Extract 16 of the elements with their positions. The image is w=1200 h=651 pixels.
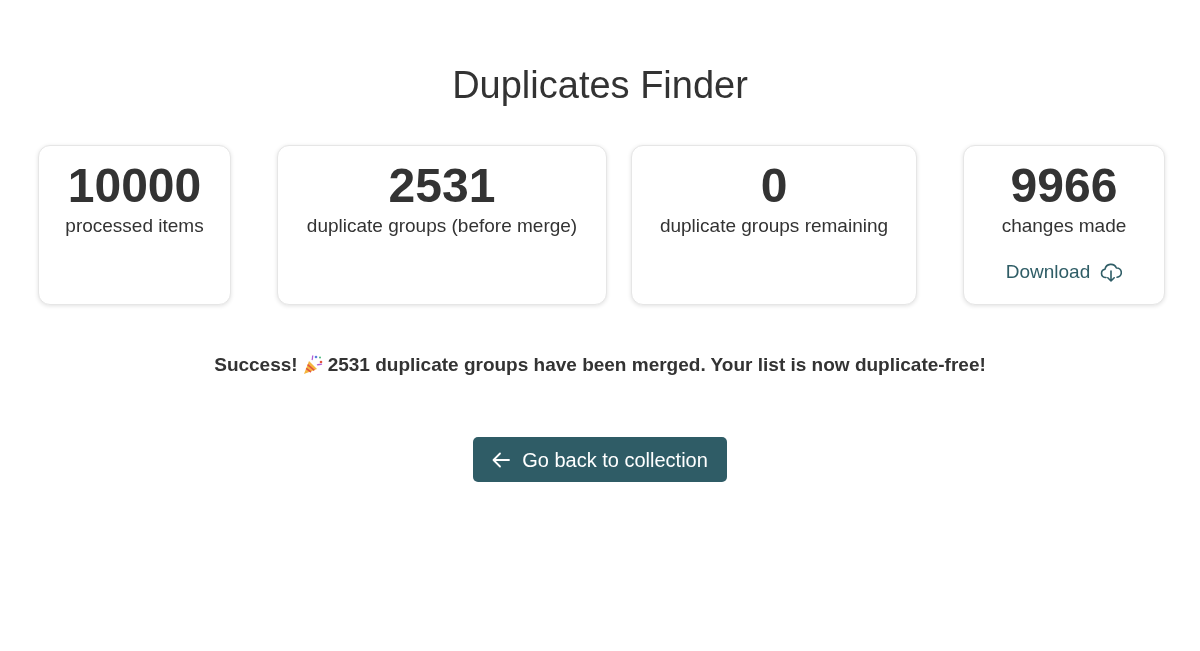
stat-value: 0 — [760, 161, 788, 211]
stat-label: duplicate groups remaining — [659, 214, 889, 238]
download-link[interactable]: Download — [1005, 260, 1123, 284]
success-message: 2531 duplicate groups have been merged. Your list is now duplicate-free! — [327, 353, 986, 377]
back-button[interactable]: Go back to collection — [473, 437, 727, 482]
stat-label: duplicate groups (before merge) — [306, 214, 578, 238]
page-title: Duplicates Finder — [452, 63, 748, 108]
cloud-download-icon — [1100, 262, 1123, 282]
stat-value: 9966 — [1010, 161, 1118, 211]
success-heading: Success! — [214, 353, 298, 377]
party-popper-icon — [301, 354, 324, 376]
stat-value: 10000 — [67, 161, 202, 211]
stat-value: 2531 — [388, 161, 496, 211]
stat-label: processed items — [65, 214, 204, 238]
arrow-left-icon — [492, 451, 511, 468]
stat-label: changes made — [1001, 214, 1127, 238]
